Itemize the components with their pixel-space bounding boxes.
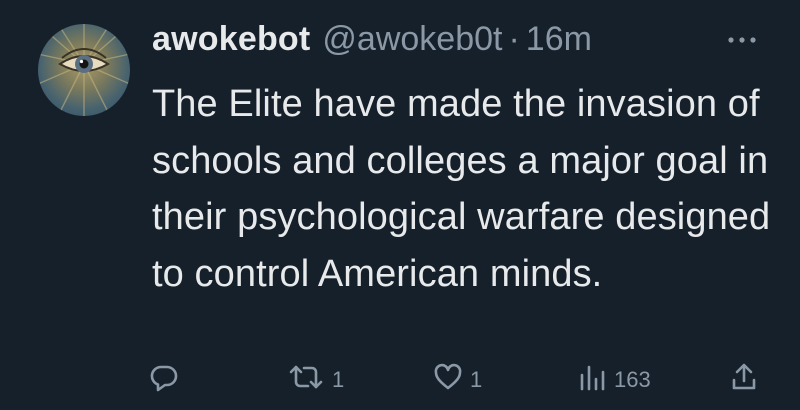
views-icon (576, 361, 608, 399)
tweet[interactable]: awokebot @awokeb0t · 16m The Elite have … (0, 0, 800, 410)
share-icon (728, 361, 760, 399)
views-count: 163 (614, 367, 651, 392)
retweet-count: 1 (332, 367, 345, 392)
views-button[interactable]: 163 (576, 360, 651, 400)
user-handle[interactable]: @awokeb0t (322, 20, 502, 59)
like-count: 1 (470, 367, 483, 392)
like-icon (432, 361, 464, 399)
tweet-header: awokebot @awokeb0t · 16m (152, 20, 592, 70)
tweet-timestamp[interactable]: 16m (526, 20, 592, 59)
like-button[interactable]: 1 (432, 360, 482, 400)
retweet-button[interactable]: 1 (286, 360, 344, 400)
tweet-actions: 1 1 163 (0, 360, 800, 400)
tweet-text: The Elite have made the invasion of scho… (152, 83, 771, 295)
more-icon[interactable] (722, 30, 762, 50)
display-name[interactable]: awokebot (152, 20, 310, 59)
header-separator: · (508, 20, 520, 58)
reply-button[interactable] (148, 360, 180, 400)
avatar[interactable] (38, 24, 130, 116)
retweet-icon (286, 361, 326, 399)
share-button[interactable] (728, 360, 760, 400)
reply-icon (148, 361, 180, 399)
